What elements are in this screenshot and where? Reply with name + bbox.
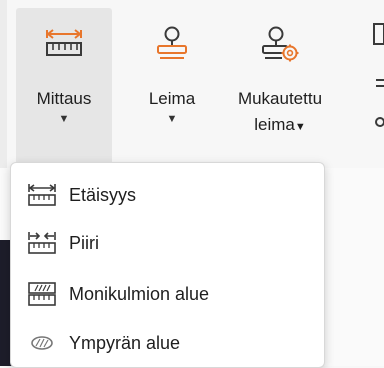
custom-stamp-label-2: leima: [254, 115, 295, 134]
menu-item-circle-area[interactable]: Ympyrän alue: [11, 319, 324, 367]
next-command-partial[interactable]: [366, 8, 384, 168]
partial-icon: [366, 22, 384, 137]
perimeter-icon: [27, 231, 63, 255]
menu-item-distance[interactable]: Etäisyys: [11, 171, 324, 219]
polygon-area-icon: [27, 281, 63, 307]
custom-stamp-button[interactable]: Mukautettu leima▼: [218, 8, 342, 168]
menu-item-label: Piiri: [69, 232, 99, 253]
custom-stamp-icon: [260, 22, 300, 66]
ribbon-left-edge: [0, 0, 7, 168]
custom-stamp-label-line2: leima▼: [254, 112, 306, 140]
measure-button[interactable]: Mittaus ▼: [16, 8, 112, 168]
menu-item-label: Monikulmion alue: [69, 283, 210, 304]
stamp-label: Leima: [148, 89, 196, 108]
ribbon: Mittaus ▼ Leima ▼ Mukautettu leima▼: [0, 0, 384, 169]
chevron-down-icon: ▼: [294, 121, 306, 133]
menu-item-label: Ympyrän alue: [69, 332, 181, 353]
ruler-icon: [44, 22, 84, 66]
menu-item-label: Etäisyys: [69, 184, 137, 205]
stamp-button[interactable]: Leima ▼: [132, 8, 212, 168]
chevron-down-icon: ▼: [58, 113, 70, 125]
custom-stamp-label: Mukautettu: [237, 89, 323, 108]
circle-area-icon: [27, 333, 63, 353]
menu-item-polygon-area[interactable]: Monikulmion alue: [11, 270, 324, 318]
measure-dropdown-menu: Etäisyys Piiri Monikulmion alue Ympyrän …: [10, 162, 325, 368]
menu-item-perimeter[interactable]: Piiri: [11, 219, 324, 267]
measure-label: Mittaus: [36, 89, 92, 108]
chevron-down-icon: ▼: [166, 113, 178, 125]
stamp-icon: [155, 22, 189, 66]
distance-icon: [27, 183, 63, 207]
